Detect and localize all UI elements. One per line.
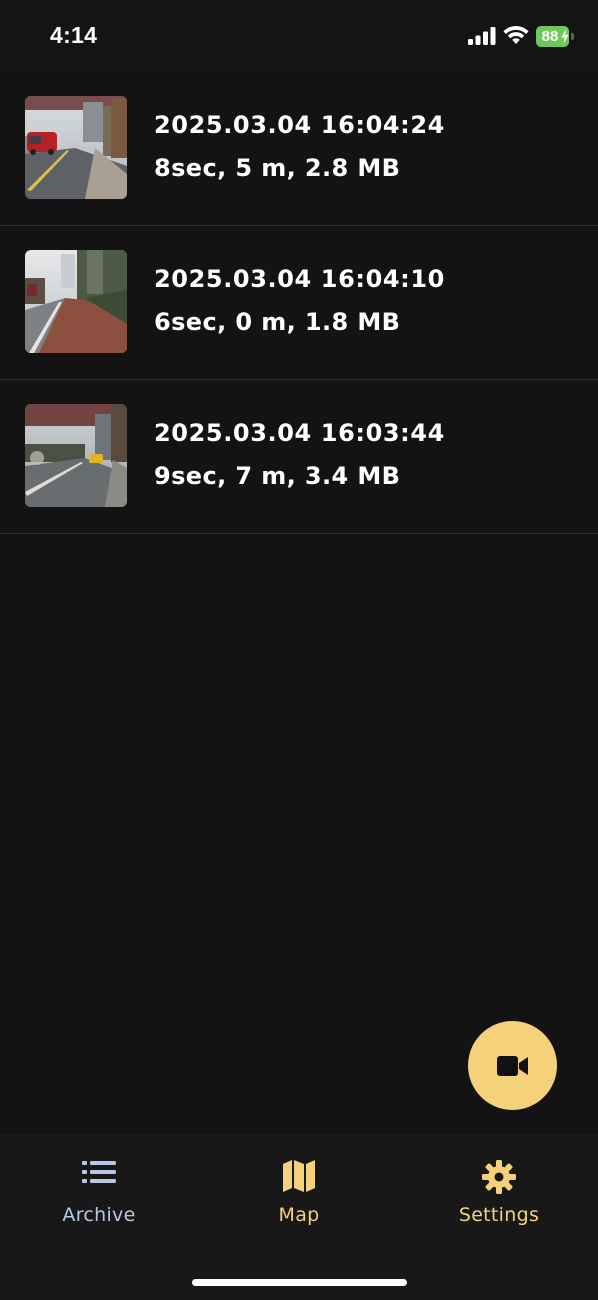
- record-video-button[interactable]: [468, 1021, 557, 1110]
- video-camera-icon: [496, 1055, 528, 1076]
- dashcam-video-thumbnail: [25, 404, 127, 507]
- recording-list: 2025.03.04 16:04:24 8sec, 5 m, 2.8 MB 20…: [0, 72, 598, 534]
- wifi-icon: [503, 25, 529, 44]
- status-time: 4:14: [50, 22, 98, 48]
- recording-details: 9sec, 7 m, 3.4 MB: [154, 462, 401, 490]
- recording-details: 6sec, 0 m, 1.8 MB: [154, 308, 401, 336]
- recording-item[interactable]: 2025.03.04 16:03:44 9sec, 7 m, 3.4 MB: [0, 380, 598, 534]
- nav-label-archive: Archive: [62, 1204, 136, 1226]
- cellular-signal-icon: [468, 27, 496, 45]
- status-bar: 4:14 88: [0, 0, 598, 72]
- dashcam-video-thumbnail: [25, 96, 127, 199]
- nav-item-map[interactable]: Map: [219, 1134, 379, 1244]
- recording-datetime: 2025.03.04 16:04:24: [154, 111, 445, 139]
- gear-icon: [482, 1160, 516, 1194]
- dashcam-video-thumbnail: [25, 250, 127, 353]
- nav-label-map: Map: [278, 1204, 320, 1226]
- charging-bolt-icon: [561, 29, 569, 44]
- battery-cap: [571, 33, 574, 40]
- nav-item-settings[interactable]: Settings: [419, 1134, 579, 1244]
- nav-item-archive[interactable]: Archive: [19, 1134, 179, 1244]
- map-icon: [283, 1160, 315, 1192]
- home-indicator[interactable]: [192, 1279, 407, 1286]
- nav-label-settings: Settings: [458, 1204, 540, 1226]
- recording-item[interactable]: 2025.03.04 16:04:10 6sec, 0 m, 1.8 MB: [0, 226, 598, 380]
- recording-datetime: 2025.03.04 16:04:10: [154, 265, 445, 293]
- battery-level: 88: [541, 28, 559, 45]
- recording-datetime: 2025.03.04 16:03:44: [154, 419, 445, 447]
- list-icon: [82, 1161, 116, 1183]
- recording-item[interactable]: 2025.03.04 16:04:24 8sec, 5 m, 2.8 MB: [0, 72, 598, 226]
- recording-details: 8sec, 5 m, 2.8 MB: [154, 154, 401, 182]
- bottom-nav: Archive Map Settings: [0, 1134, 598, 1300]
- battery-charging-icon: 88: [536, 26, 575, 47]
